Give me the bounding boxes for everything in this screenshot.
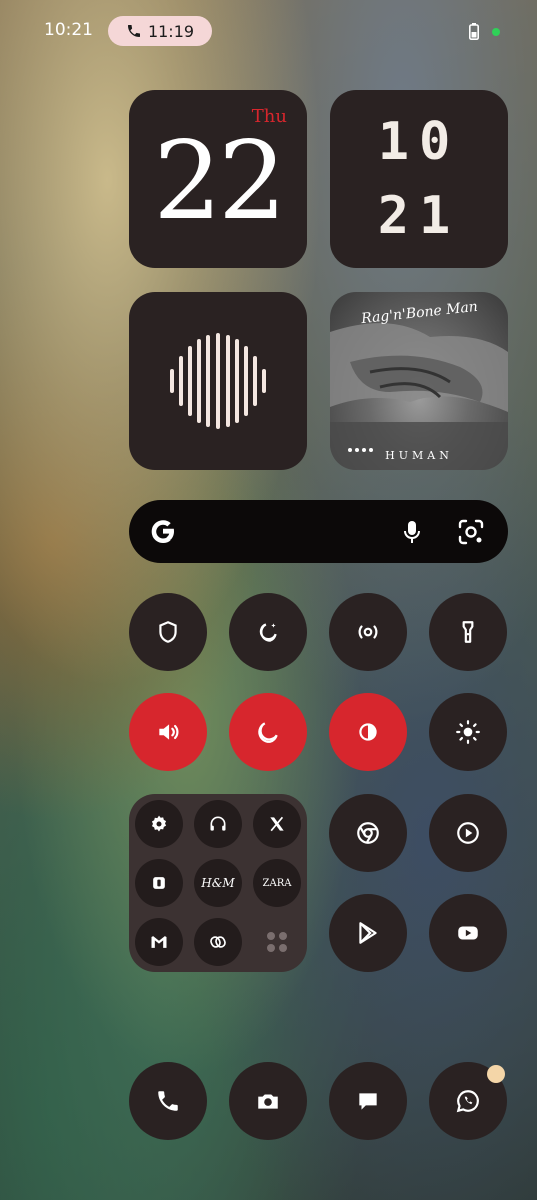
contrast-icon <box>359 723 377 741</box>
flashlight-toggle[interactable] <box>429 593 507 671</box>
hm-app[interactable]: H&M <box>194 859 242 907</box>
hotspot-icon <box>358 625 378 639</box>
chrome-icon <box>357 822 379 844</box>
shield-toggle[interactable] <box>129 593 207 671</box>
square-app-icon <box>153 877 165 889</box>
music-player-app[interactable] <box>429 794 507 872</box>
clock-widget[interactable]: 10 21 <box>330 90 508 268</box>
headphones-icon <box>210 816 226 831</box>
gear-icon <box>151 815 167 832</box>
bedtime-toggle[interactable] <box>229 593 307 671</box>
generic-app[interactable] <box>135 859 183 907</box>
zara-app[interactable]: ZARA <box>253 859 301 907</box>
whatsapp-icon <box>456 1090 479 1113</box>
shield-icon <box>159 621 177 643</box>
phone-app[interactable] <box>129 1062 207 1140</box>
x-app[interactable] <box>253 800 301 848</box>
clock-minute: 21 <box>377 186 461 246</box>
play-store-icon <box>359 922 377 944</box>
gmail-app[interactable] <box>135 918 183 966</box>
sound-toggle[interactable] <box>129 693 207 771</box>
grid-dots-icon <box>267 932 287 952</box>
privacy-indicator-dot <box>492 28 500 36</box>
zara-logo: ZARA <box>262 877 292 889</box>
voice-recorder-widget[interactable] <box>129 292 307 470</box>
google-search-bar[interactable] <box>129 500 508 563</box>
google-lens-icon[interactable] <box>454 515 488 549</box>
settings-app[interactable] <box>135 800 183 848</box>
brightness-toggle[interactable] <box>429 693 507 771</box>
chrome-app[interactable] <box>329 794 407 872</box>
moon-stars-icon <box>259 623 277 642</box>
play-store-app[interactable] <box>329 894 407 972</box>
album-title: HUMAN <box>385 449 453 462</box>
sun-icon <box>456 720 480 744</box>
waveform-icon <box>170 333 266 429</box>
hm-logo: H&M <box>201 876 235 890</box>
volume-icon <box>159 724 179 740</box>
gmail-icon <box>151 936 167 948</box>
headphones-app[interactable] <box>194 800 242 848</box>
date-number: 22 <box>153 119 286 244</box>
flashlight-icon <box>462 621 474 643</box>
chat-bubble-icon <box>359 1093 377 1110</box>
contrast-toggle[interactable] <box>329 693 407 771</box>
call-duration: 11:19 <box>147 21 195 41</box>
clock-hour: 10 <box>377 112 461 172</box>
moon-icon <box>258 722 278 743</box>
phone-handset-icon <box>158 1091 178 1111</box>
messages-app[interactable] <box>329 1062 407 1140</box>
youtube-icon <box>458 926 478 940</box>
x-logo-icon <box>270 816 284 832</box>
linked-rings-icon <box>210 936 226 948</box>
dark-mode-toggle[interactable] <box>229 693 307 771</box>
app-folder[interactable]: H&M ZARA <box>129 794 307 972</box>
music-widget[interactable]: Rag'n'Bone Man HUMAN <box>330 292 508 470</box>
play-circle-icon <box>457 822 479 844</box>
hotspot-toggle[interactable] <box>329 593 407 671</box>
phone-icon <box>127 25 140 37</box>
camera-icon <box>258 1094 278 1109</box>
more-apps[interactable] <box>253 918 301 966</box>
camera-app[interactable] <box>229 1062 307 1140</box>
notification-badge <box>487 1065 505 1083</box>
battery-icon <box>469 23 479 40</box>
youtube-app[interactable] <box>429 894 507 972</box>
ongoing-call-pill[interactable]: 11:19 <box>108 16 212 46</box>
mic-icon[interactable] <box>395 515 429 549</box>
google-logo-icon[interactable] <box>146 514 180 548</box>
bondee-app[interactable] <box>194 918 242 966</box>
date-widget[interactable]: Thu 22 <box>129 90 307 268</box>
status-time: 10:21 <box>44 20 93 40</box>
